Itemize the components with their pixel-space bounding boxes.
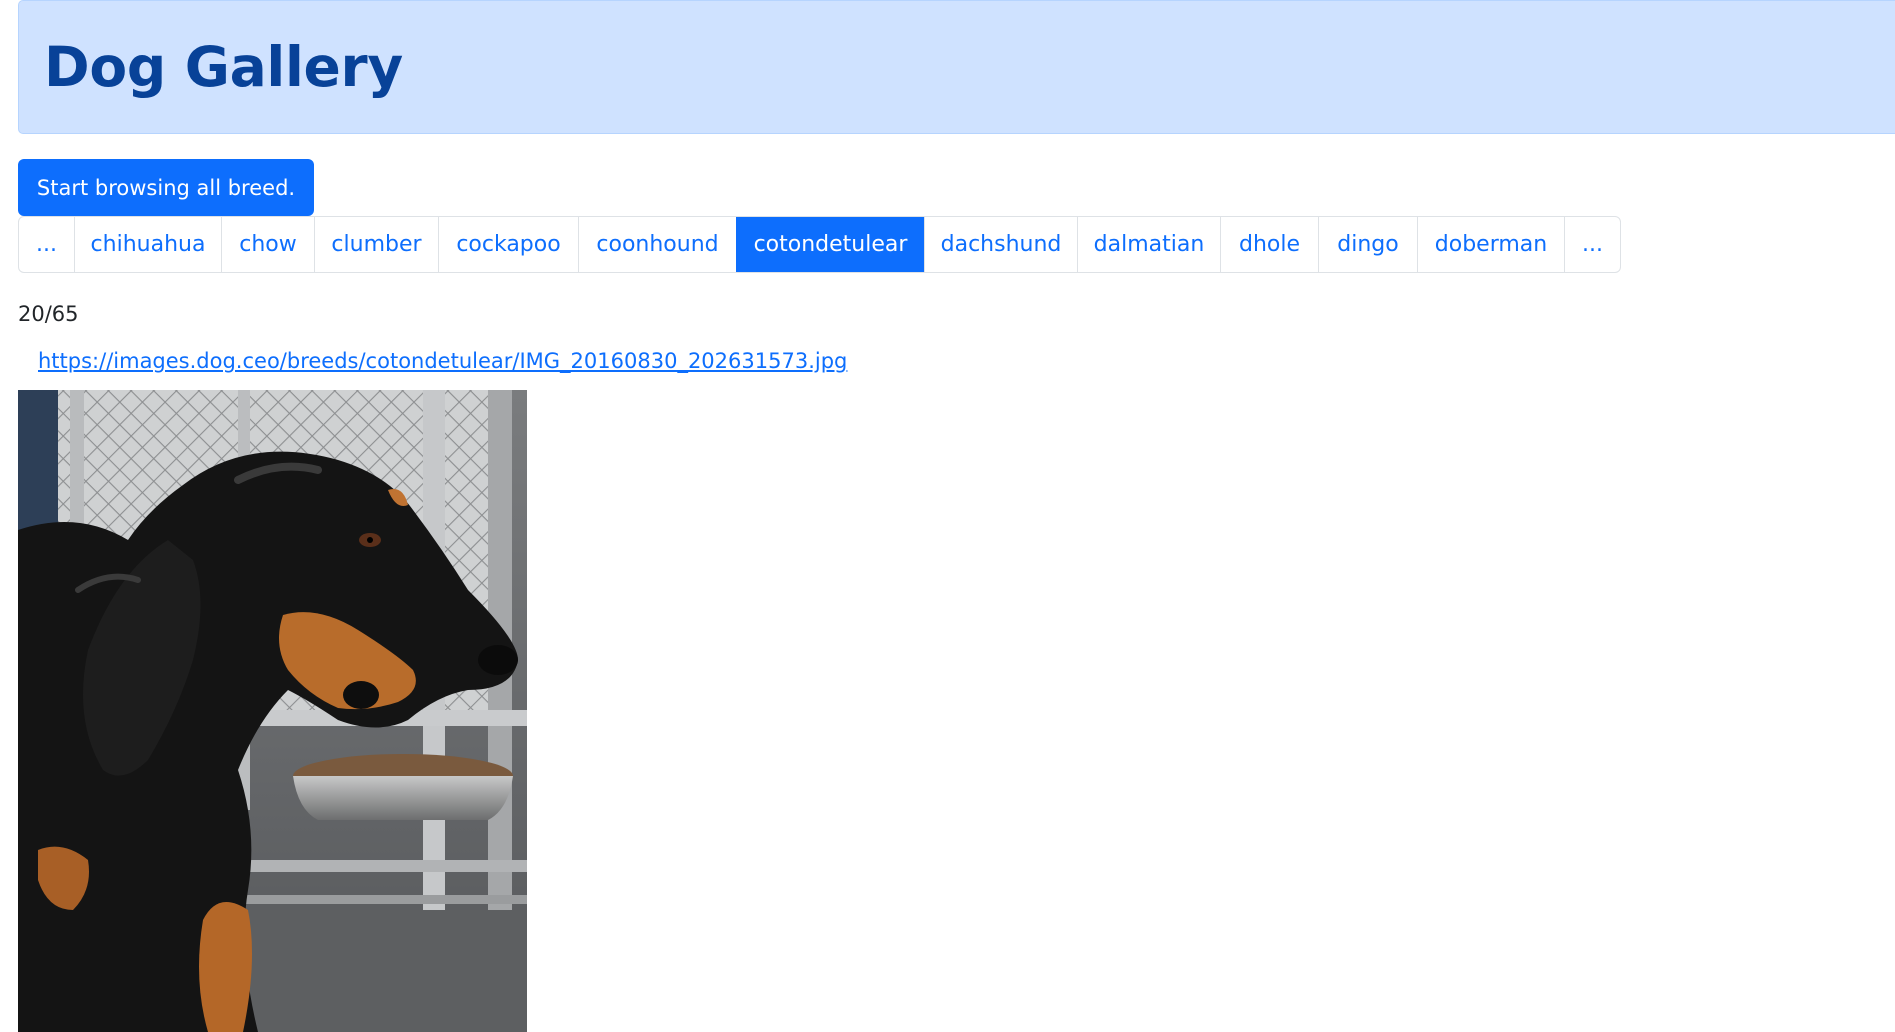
page-item-clumber[interactable]: clumber <box>314 217 438 272</box>
page-item-prev-ellipsis[interactable]: ... <box>19 217 74 272</box>
page-item-cotondetulear[interactable]: cotondetulear <box>736 217 924 272</box>
dog-photo <box>18 390 527 1032</box>
page-item-cockapoo[interactable]: cockapoo <box>438 217 578 272</box>
page-item-coonhound[interactable]: coonhound <box>578 217 736 272</box>
page-item-dachshund[interactable]: dachshund <box>924 217 1077 272</box>
breed-pagination: ... chihuahua chow clumber cockapoo coon… <box>18 216 1621 273</box>
page-item-dhole[interactable]: dhole <box>1220 217 1318 272</box>
header-banner: Dog Gallery <box>18 0 1895 134</box>
page-item-next-ellipsis[interactable]: ... <box>1564 217 1620 272</box>
page-item-chihuahua[interactable]: chihuahua <box>74 217 221 272</box>
image-counter: 20/65 <box>18 302 79 326</box>
start-browsing-button[interactable]: Start browsing all breed. <box>18 159 314 216</box>
page-item-doberman[interactable]: doberman <box>1417 217 1564 272</box>
page-item-chow[interactable]: chow <box>221 217 314 272</box>
page-item-dalmatian[interactable]: dalmatian <box>1077 217 1220 272</box>
page-title: Dog Gallery <box>44 35 403 99</box>
image-url-link[interactable]: https://images.dog.ceo/breeds/cotondetul… <box>38 349 847 373</box>
page-item-dingo[interactable]: dingo <box>1318 217 1417 272</box>
